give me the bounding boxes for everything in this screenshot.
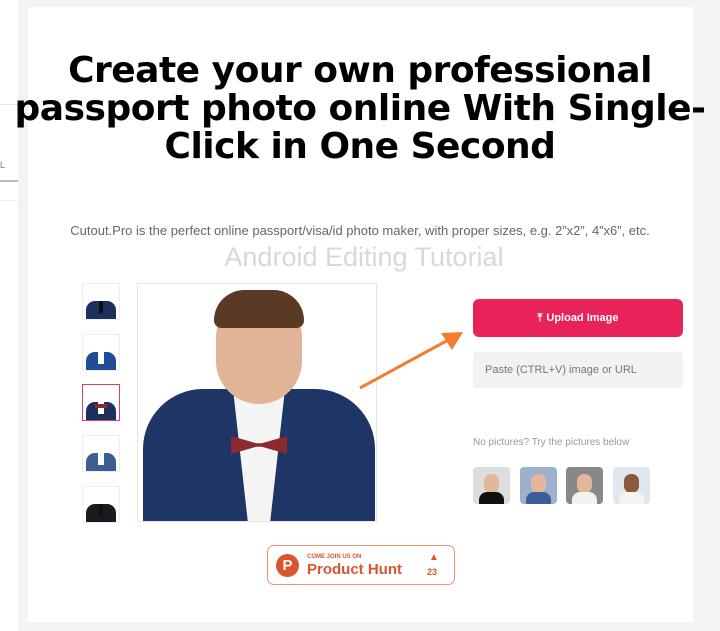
paste-url-input[interactable] (473, 352, 683, 388)
sample-image-boy-white-shirt[interactable] (566, 467, 603, 504)
outfit-thumb-navy-suit-tie[interactable] (82, 283, 120, 320)
product-hunt-logo-icon: P (276, 554, 299, 577)
outfit-thumb-blue-suit-open[interactable] (82, 334, 120, 371)
upvote-triangle-icon: ▲ (429, 552, 439, 563)
active-tab-underline (0, 180, 18, 182)
outfit-thumb-black-suit-tie[interactable] (82, 486, 120, 523)
sample-image-boy-vest[interactable] (613, 467, 650, 504)
upload-icon: ⤒ (537, 311, 543, 324)
annotation-arrow-icon (359, 332, 463, 390)
page-subtitle: Cutout.Pro is the perfect online passpor… (70, 223, 650, 238)
divider (0, 200, 18, 201)
sample-image-child-curly-hair[interactable] (520, 467, 557, 504)
upload-label: Upload Image (546, 312, 619, 324)
passport-photo-preview (137, 283, 377, 522)
sample-prompt: No pictures? Try the pictures below (473, 437, 630, 448)
product-hunt-badge[interactable]: P COME JOIN US ON Product Hunt ▲ 23 (267, 545, 455, 585)
sample-image-woman-glasses[interactable] (473, 467, 510, 504)
outfit-thumb-navy-suit-bowtie[interactable] (82, 384, 120, 421)
upvote-count: 23 (427, 567, 438, 577)
page-title: Create your own professional passport ph… (14, 50, 706, 167)
outfit-thumb-blue-suit-white-shirt[interactable] (82, 435, 120, 472)
upload-image-button[interactable]: ⤒ Upload Image (473, 299, 683, 337)
product-hunt-tagline: COME JOIN US ON (307, 554, 362, 560)
product-hunt-name: Product Hunt (307, 561, 402, 578)
watermark: Android Editing Tutorial (224, 242, 504, 272)
